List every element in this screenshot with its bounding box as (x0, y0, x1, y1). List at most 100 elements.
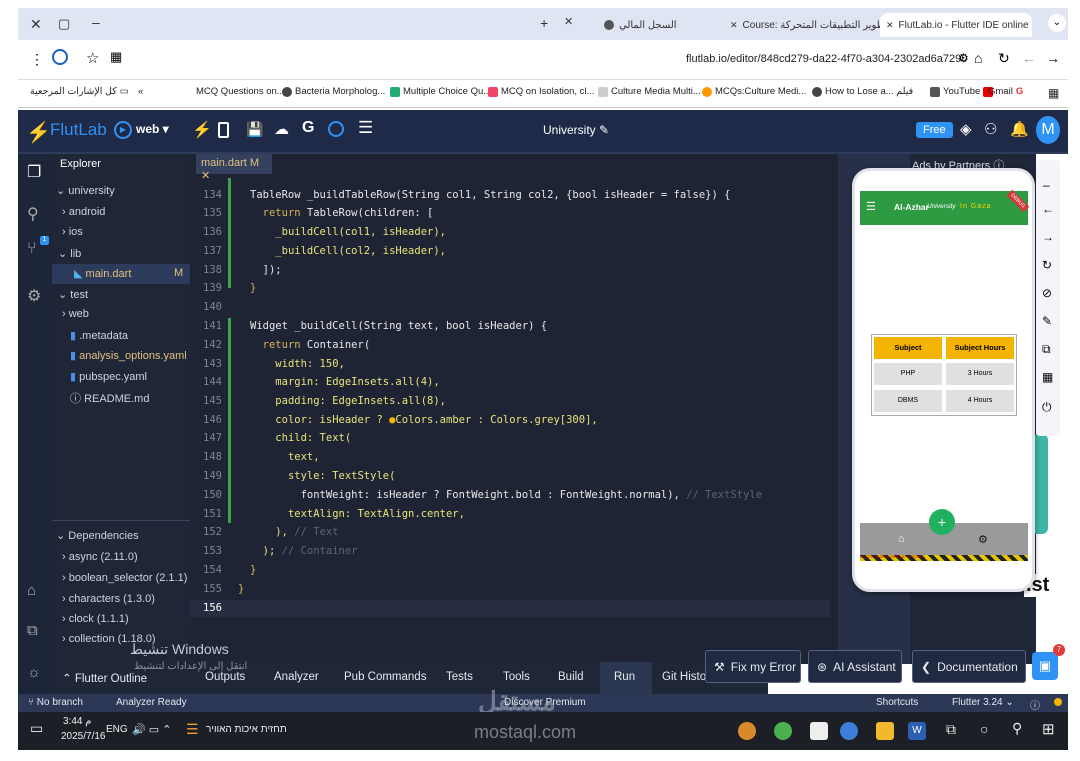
files-icon[interactable]: ❐ (27, 162, 41, 182)
bookmark-item[interactable]: Multiple Choice Qu... (390, 86, 491, 97)
star-icon[interactable]: ☆ (86, 49, 99, 67)
home-icon[interactable]: ⌂ (974, 50, 982, 66)
forward-icon[interactable]: ← (1022, 50, 1036, 66)
dependencies-header[interactable]: ⌄ Dependencies (56, 529, 139, 542)
tab-flutter-outline[interactable]: ⌃ Flutter Outline (62, 671, 147, 685)
tree-file-main-dart[interactable]: ◣ main.dart M (52, 264, 190, 284)
plan-badge[interactable]: Free (916, 122, 953, 138)
tree-folder-ios[interactable]: › ios (62, 226, 83, 238)
debug-icon[interactable]: ☼ (27, 664, 41, 681)
tab-tools[interactable]: Tools (503, 671, 530, 683)
save-icon[interactable]: 💾 (246, 121, 263, 138)
editor-tab-main-dart[interactable]: main.dart M ✕ (196, 154, 272, 182)
tree-file-pubspec[interactable]: ▮ pubspec.yaml (70, 370, 147, 383)
chrome-profile-icon[interactable] (840, 722, 858, 740)
branch-status[interactable]: ⑂ No branch (28, 697, 83, 708)
cloud-upload-icon[interactable]: ☁ (274, 120, 289, 138)
google-icon[interactable]: G (302, 119, 314, 137)
menu-icon[interactable]: ☰ (358, 118, 373, 138)
bookmark-item[interactable]: MCQ on Isolation, cl... (488, 86, 594, 97)
minimize-window-icon[interactable]: – (92, 14, 100, 30)
restore-window-icon[interactable]: ▢ (58, 16, 70, 32)
tab-analyzer[interactable]: Analyzer (274, 671, 319, 683)
all-bookmarks[interactable]: كل الإشارات المرجعية ▭ (30, 86, 129, 97)
file-icon[interactable] (810, 722, 828, 740)
add-user-icon[interactable]: ⚇ (984, 120, 997, 138)
dependency-item[interactable]: › boolean_selector (2.1.1) (62, 572, 187, 584)
store-icon[interactable]: ⌂ (27, 582, 36, 599)
run-target-icon[interactable]: ▶ (114, 121, 132, 139)
layers-icon[interactable]: ◈ (960, 120, 972, 138)
dependency-item[interactable]: › characters (1.3.0) (62, 593, 155, 605)
tree-file-analysis-options[interactable]: ▮ analysis_options.yaml (70, 349, 187, 362)
project-name[interactable]: University ✎ (543, 123, 609, 137)
edit-icon[interactable]: ✎ (1042, 314, 1052, 328)
fix-my-error-button[interactable]: ⚒ Fix my Error (705, 650, 801, 683)
tree-file-readme[interactable]: ⓘ README.md (70, 390, 149, 406)
settings-icon[interactable]: ⚙ (27, 286, 41, 306)
tab-pub-commands[interactable]: Pub Commands (344, 671, 426, 683)
settings-nav-icon[interactable]: ⚙ (978, 533, 988, 546)
tab-run[interactable]: Run (600, 662, 652, 694)
ai-assistant-button[interactable]: ⊛ AI Assistant (808, 650, 902, 683)
media-player-icon[interactable] (738, 722, 756, 740)
tree-folder-university[interactable]: ⌄ university (56, 184, 115, 197)
site-settings-icon[interactable]: ⚙ (958, 51, 969, 65)
open-external-icon[interactable]: ⧉ (1042, 342, 1051, 357)
system-tray-icons[interactable]: 🔊 ▭ ⌃ (132, 723, 171, 736)
rotate-icon[interactable]: ↻ (1042, 258, 1052, 272)
menu-dots-icon[interactable]: ⋮ (30, 51, 44, 68)
bookmark-item[interactable]: MCQs:Culture Medi... (702, 86, 806, 97)
bookmarks-chevron-icon[interactable]: « (138, 86, 143, 97)
close-tab-icon[interactable]: ✕ (730, 20, 738, 31)
close-tab-icon[interactable]: ✕ (886, 20, 894, 31)
dependency-item[interactable]: › clock (1.1.1) (62, 613, 129, 625)
search-icon[interactable]: ⚲ (1012, 720, 1022, 737)
search-icon[interactable]: ⚲ (27, 204, 39, 224)
flutter-version-select[interactable]: Flutter 3.24 ⌄ (952, 697, 1014, 708)
profile-icon[interactable] (52, 49, 68, 65)
home-nav-icon[interactable]: ⌂ (898, 533, 905, 545)
bookmark-item[interactable]: How to Lose a... فيلم (812, 86, 913, 97)
chat-icon[interactable]: ▣ (1032, 652, 1058, 680)
fab-add-button[interactable]: + (929, 509, 955, 535)
language-indicator[interactable]: ENG (106, 724, 128, 735)
bell-icon[interactable]: 🔔 (1010, 120, 1029, 138)
extensions-icon[interactable]: ▦ (110, 49, 122, 65)
no-entry-icon[interactable]: ⊘ (1042, 286, 1052, 300)
power-icon[interactable]: ⏻ (1042, 400, 1052, 415)
new-tab-icon[interactable]: + (540, 15, 548, 31)
avatar[interactable]: M (1036, 116, 1060, 144)
notification-icon[interactable]: ▭ (30, 720, 43, 737)
arrow-left-icon[interactable]: ← (1042, 202, 1054, 216)
hot-reload-icon[interactable]: ⚡ (192, 120, 212, 140)
tree-folder-android[interactable]: › android (62, 206, 105, 218)
shortcuts-link[interactable]: Shortcuts (876, 697, 918, 708)
cortana-icon[interactable]: ○ (980, 721, 988, 737)
task-view-icon[interactable]: ⧉ (946, 721, 956, 738)
device-icon[interactable] (218, 122, 229, 138)
back-icon[interactable]: → (1046, 50, 1060, 66)
tree-folder-web[interactable]: › web (62, 308, 89, 320)
drawer-menu-icon[interactable]: ☰ (866, 200, 876, 213)
tab-flutlab[interactable]: ✕FlutLab.io - Flutter IDE online⚡ (880, 13, 1032, 37)
tab-search-icon[interactable]: ⌄ (1048, 14, 1066, 32)
apps-icon[interactable]: ▦ (1048, 86, 1059, 100)
bookmark-youtube[interactable]: YouTube (930, 86, 994, 97)
start-icon[interactable]: ⊞ (1042, 720, 1055, 738)
copy-icon[interactable]: ⧉ (27, 622, 38, 639)
tree-file-metadata[interactable]: ▮ .metadata (70, 329, 128, 342)
chrome-icon[interactable] (774, 722, 792, 740)
tab-outputs[interactable]: Outputs (205, 671, 245, 683)
minimize-preview-icon[interactable]: – (1043, 178, 1050, 192)
word-icon[interactable]: W (908, 722, 926, 740)
file-explorer-icon[interactable] (876, 722, 894, 740)
url-text[interactable]: flutlab.io/editor/848cd279-da22-4f70-a30… (686, 53, 967, 65)
platform-select[interactable]: web ▾ (136, 122, 169, 136)
bookmark-gmail[interactable]: Gmail G (988, 86, 1023, 97)
bookmark-item[interactable]: Culture Media Multi... (598, 86, 701, 97)
close-tab-icon[interactable]: ✕ (564, 15, 573, 28)
tab-build[interactable]: Build (558, 671, 584, 683)
arrow-right-icon[interactable]: → (1042, 230, 1054, 244)
weather-widget[interactable]: תחזית איכות האוויר (206, 724, 287, 735)
